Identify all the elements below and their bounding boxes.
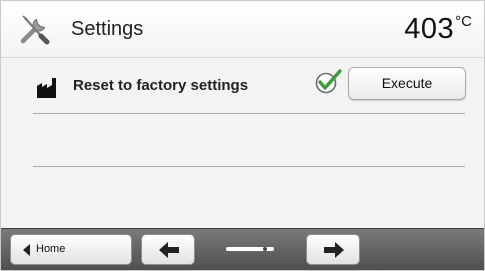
page-title: Settings (71, 18, 144, 40)
settings-content: Reset to factory settings Execute (1, 58, 484, 228)
footer-bar: Home (1, 228, 484, 270)
wrench-screwdriver-icon (20, 15, 50, 45)
temperature-value: 403 (404, 13, 455, 45)
home-label: Home (36, 243, 66, 255)
home-button[interactable]: Home (10, 234, 132, 265)
header-bar: Settings 403°C (1, 1, 484, 58)
factory-icon (37, 78, 56, 98)
arrow-right-icon (324, 242, 344, 258)
row-divider (33, 166, 465, 167)
row-divider (33, 113, 465, 114)
page-position-slider[interactable] (225, 246, 275, 252)
slider-knob[interactable] (263, 247, 267, 251)
arrow-left-icon (159, 242, 179, 258)
reset-factory-settings-label: Reset to factory settings (73, 77, 249, 94)
checkmark-icon (315, 69, 342, 94)
next-page-button[interactable] (306, 234, 360, 265)
previous-page-button[interactable] (141, 234, 195, 265)
screen: Settings 403°C Reset to factory settings… (0, 0, 485, 271)
execute-button[interactable]: Execute (348, 67, 466, 100)
arrow-left-small-icon (23, 244, 30, 256)
temperature-readout: 403°C (404, 13, 472, 46)
temperature-unit: °C (455, 13, 472, 30)
reset-factory-settings-row: Reset to factory settings Execute (1, 58, 484, 114)
